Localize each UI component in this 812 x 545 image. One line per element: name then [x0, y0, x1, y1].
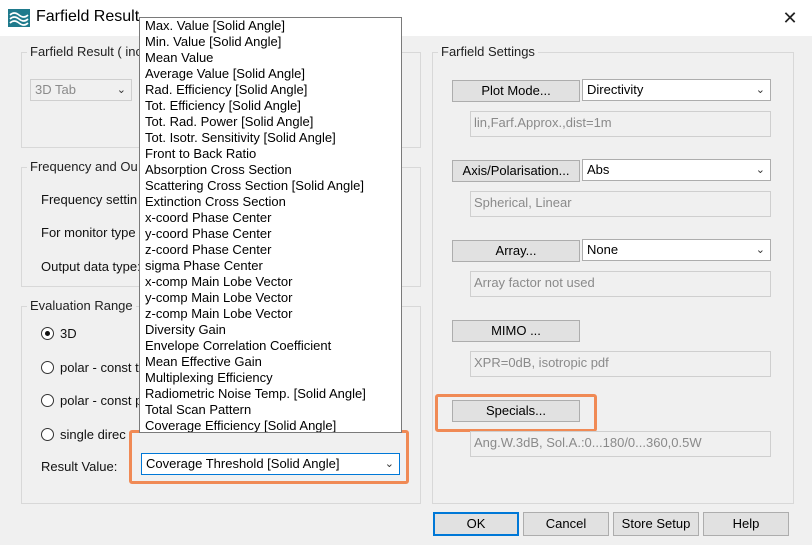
store-setup-button[interactable]: Store Setup — [613, 512, 699, 536]
dropdown-option[interactable]: z-comp Main Lobe Vector — [140, 306, 401, 322]
dropdown-option[interactable]: Diversity Gain — [140, 322, 401, 338]
dropdown-option[interactable]: Absorption Cross Section — [140, 162, 401, 178]
dropdown-option[interactable]: Min. Value [Solid Angle] — [140, 34, 401, 50]
radio-polar-phi[interactable] — [41, 394, 54, 407]
dropdown-option[interactable]: Rad. Efficiency [Solid Angle] — [140, 82, 401, 98]
result-value-label: Result Value: — [41, 459, 118, 474]
radio-polar-theta[interactable] — [41, 361, 54, 374]
specials-button[interactable]: Specials... — [452, 400, 580, 422]
frequency-output-group-label: Frequency and Ou — [27, 159, 141, 174]
dropdown-option[interactable]: y-coord Phase Center — [140, 226, 401, 242]
dropdown-option[interactable]: Average Value [Solid Angle] — [140, 66, 401, 82]
dropdown-option[interactable]: Coverage Efficiency [Solid Angle] — [140, 418, 401, 432]
chevron-down-icon: ⌄ — [755, 244, 765, 256]
chevron-down-icon: ⌄ — [116, 84, 126, 96]
tab-combo-value: 3D Tab — [35, 82, 76, 97]
dropdown-option[interactable]: Tot. Isotr. Sensitivity [Solid Angle] — [140, 130, 401, 146]
radio-3d[interactable] — [41, 327, 54, 340]
chevron-down-icon: ⌄ — [755, 84, 765, 96]
evaluation-range-group-label: Evaluation Range — [27, 298, 136, 313]
axis-polarisation-value: Abs — [587, 162, 610, 177]
dropdown-option[interactable]: Extinction Cross Section — [140, 194, 401, 210]
monitor-type-label: For monitor type — [41, 225, 136, 240]
dropdown-option[interactable]: z-coord Phase Center — [140, 242, 401, 258]
radio-single-direction[interactable] — [41, 428, 54, 441]
tab-combo: 3D Tab ⌄ — [30, 79, 132, 101]
output-data-type-label: Output data type: — [41, 259, 141, 274]
chevron-down-icon: ⌄ — [755, 164, 765, 176]
array-value: None — [587, 242, 619, 257]
dropdown-option[interactable]: Mean Value — [140, 50, 401, 66]
radio-polar-theta-label: polar - const t — [60, 360, 139, 375]
dropdown-option[interactable]: x-coord Phase Center — [140, 210, 401, 226]
mimo-info: XPR=0dB, isotropic pdf — [470, 351, 771, 377]
dropdown-option[interactable]: Radiometric Noise Temp. [Solid Angle] — [140, 386, 401, 402]
dropdown-option[interactable]: Tot. Efficiency [Solid Angle] — [140, 98, 401, 114]
dropdown-option[interactable]: sigma Phase Center — [140, 258, 401, 274]
app-logo-icon — [8, 9, 30, 27]
plot-mode-button[interactable]: Plot Mode... — [452, 80, 580, 102]
dropdown-option[interactable]: y-comp Main Lobe Vector — [140, 290, 401, 306]
array-info: Array factor not used — [470, 271, 771, 297]
array-select[interactable]: None ⌄ — [582, 239, 771, 261]
dropdown-option[interactable]: Front to Back Ratio — [140, 146, 401, 162]
farfield-settings-label: Farfield Settings — [438, 44, 538, 59]
dropdown-option[interactable]: Max. Value [Solid Angle] — [140, 18, 401, 34]
help-button[interactable]: Help — [703, 512, 789, 536]
axis-polarisation-select[interactable]: Abs ⌄ — [582, 159, 771, 181]
radio-3d-label: 3D — [60, 326, 77, 341]
dropdown-option[interactable]: Scattering Cross Section [Solid Angle] — [140, 178, 401, 194]
specials-info: Ang.W.3dB, Sol.A.:0...180/0...360,0.5W — [470, 431, 771, 457]
plot-mode-value: Directivity — [587, 82, 644, 97]
axis-info: Spherical, Linear — [470, 191, 771, 217]
result-value-select[interactable]: Coverage Threshold [Solid Angle] ⌄ — [141, 453, 400, 475]
dropdown-option[interactable]: Mean Effective Gain — [140, 354, 401, 370]
dropdown-option[interactable]: Tot. Rad. Power [Solid Angle] — [140, 114, 401, 130]
plot-mode-select[interactable]: Directivity ⌄ — [582, 79, 771, 101]
radio-single-direction-label: single direc — [60, 427, 126, 442]
mimo-button[interactable]: MIMO ... — [452, 320, 580, 342]
dropdown-option[interactable]: Multiplexing Efficiency — [140, 370, 401, 386]
radio-polar-phi-label: polar - const p — [60, 393, 143, 408]
close-icon[interactable]: ✕ — [776, 6, 804, 30]
plot-mode-info: lin,Farf.Approx.,dist=1m — [470, 111, 771, 137]
dropdown-option[interactable]: Envelope Correlation Coefficient — [140, 338, 401, 354]
cancel-button[interactable]: Cancel — [523, 512, 609, 536]
result-value-dropdown-list[interactable]: Max. Value [Solid Angle] Min. Value [Soli… — [139, 17, 402, 433]
array-button[interactable]: Array... — [452, 240, 580, 262]
dropdown-option[interactable]: Total Scan Pattern — [140, 402, 401, 418]
window-title: Farfield Result — [36, 8, 140, 25]
frequency-setting-label: Frequency settin — [41, 192, 138, 207]
axis-polarisation-button[interactable]: Axis/Polarisation... — [452, 160, 580, 182]
ok-button[interactable]: OK — [433, 512, 519, 536]
dropdown-option[interactable]: x-comp Main Lobe Vector — [140, 274, 401, 290]
chevron-down-icon: ⌄ — [384, 458, 394, 470]
result-value-selected: Coverage Threshold [Solid Angle] — [146, 456, 340, 471]
farfield-result-group-label: Farfield Result ( inc — [27, 44, 145, 59]
